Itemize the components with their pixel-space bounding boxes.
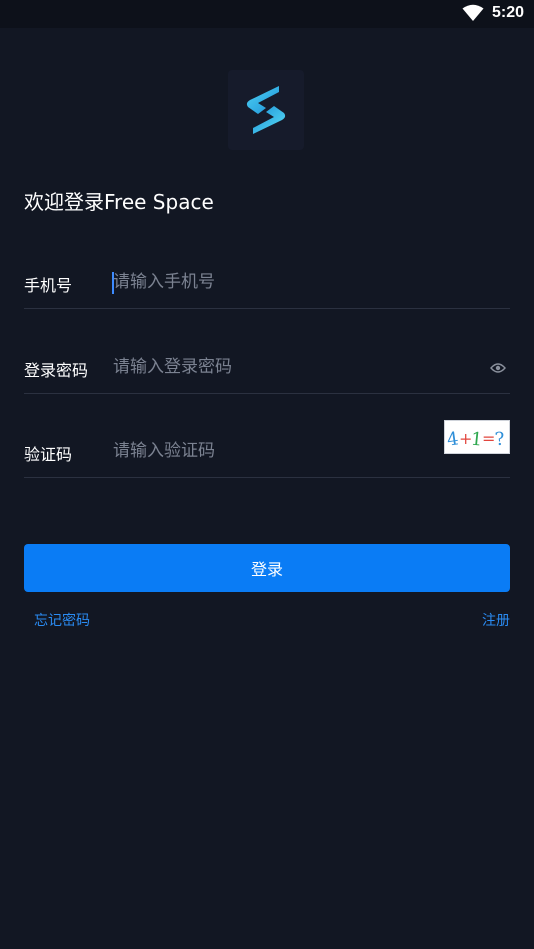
- wifi-icon: [462, 4, 484, 21]
- phone-label: 手机号: [24, 276, 73, 295]
- login-button[interactable]: 登录: [24, 544, 510, 592]
- captcha-label: 验证码: [24, 445, 73, 464]
- password-input[interactable]: [113, 353, 413, 381]
- register-link[interactable]: 注册: [482, 610, 510, 630]
- status-indicators: 5:20: [462, 4, 524, 22]
- forgot-password-link[interactable]: 忘记密码: [34, 610, 90, 630]
- status-bar: 5:20: [0, 0, 534, 28]
- phone-row: 手机号: [24, 258, 510, 309]
- welcome-title: 欢迎登录Free Space: [24, 190, 214, 214]
- eye-icon[interactable]: [490, 362, 506, 374]
- svg-text:4: 4: [446, 428, 460, 450]
- svg-text:?: ?: [494, 428, 506, 450]
- password-label: 登录密码: [24, 361, 89, 380]
- phone-input[interactable]: [113, 268, 413, 296]
- captcha-image[interactable]: 4 + 1 = ?: [444, 420, 510, 454]
- s-logo-icon: [246, 86, 286, 134]
- captcha-row: 验证码 4 + 1 = ?: [24, 420, 510, 478]
- app-logo: [228, 70, 304, 150]
- captcha-input[interactable]: [113, 437, 413, 465]
- status-time: 5:20: [491, 4, 524, 21]
- password-row: 登录密码: [24, 343, 510, 394]
